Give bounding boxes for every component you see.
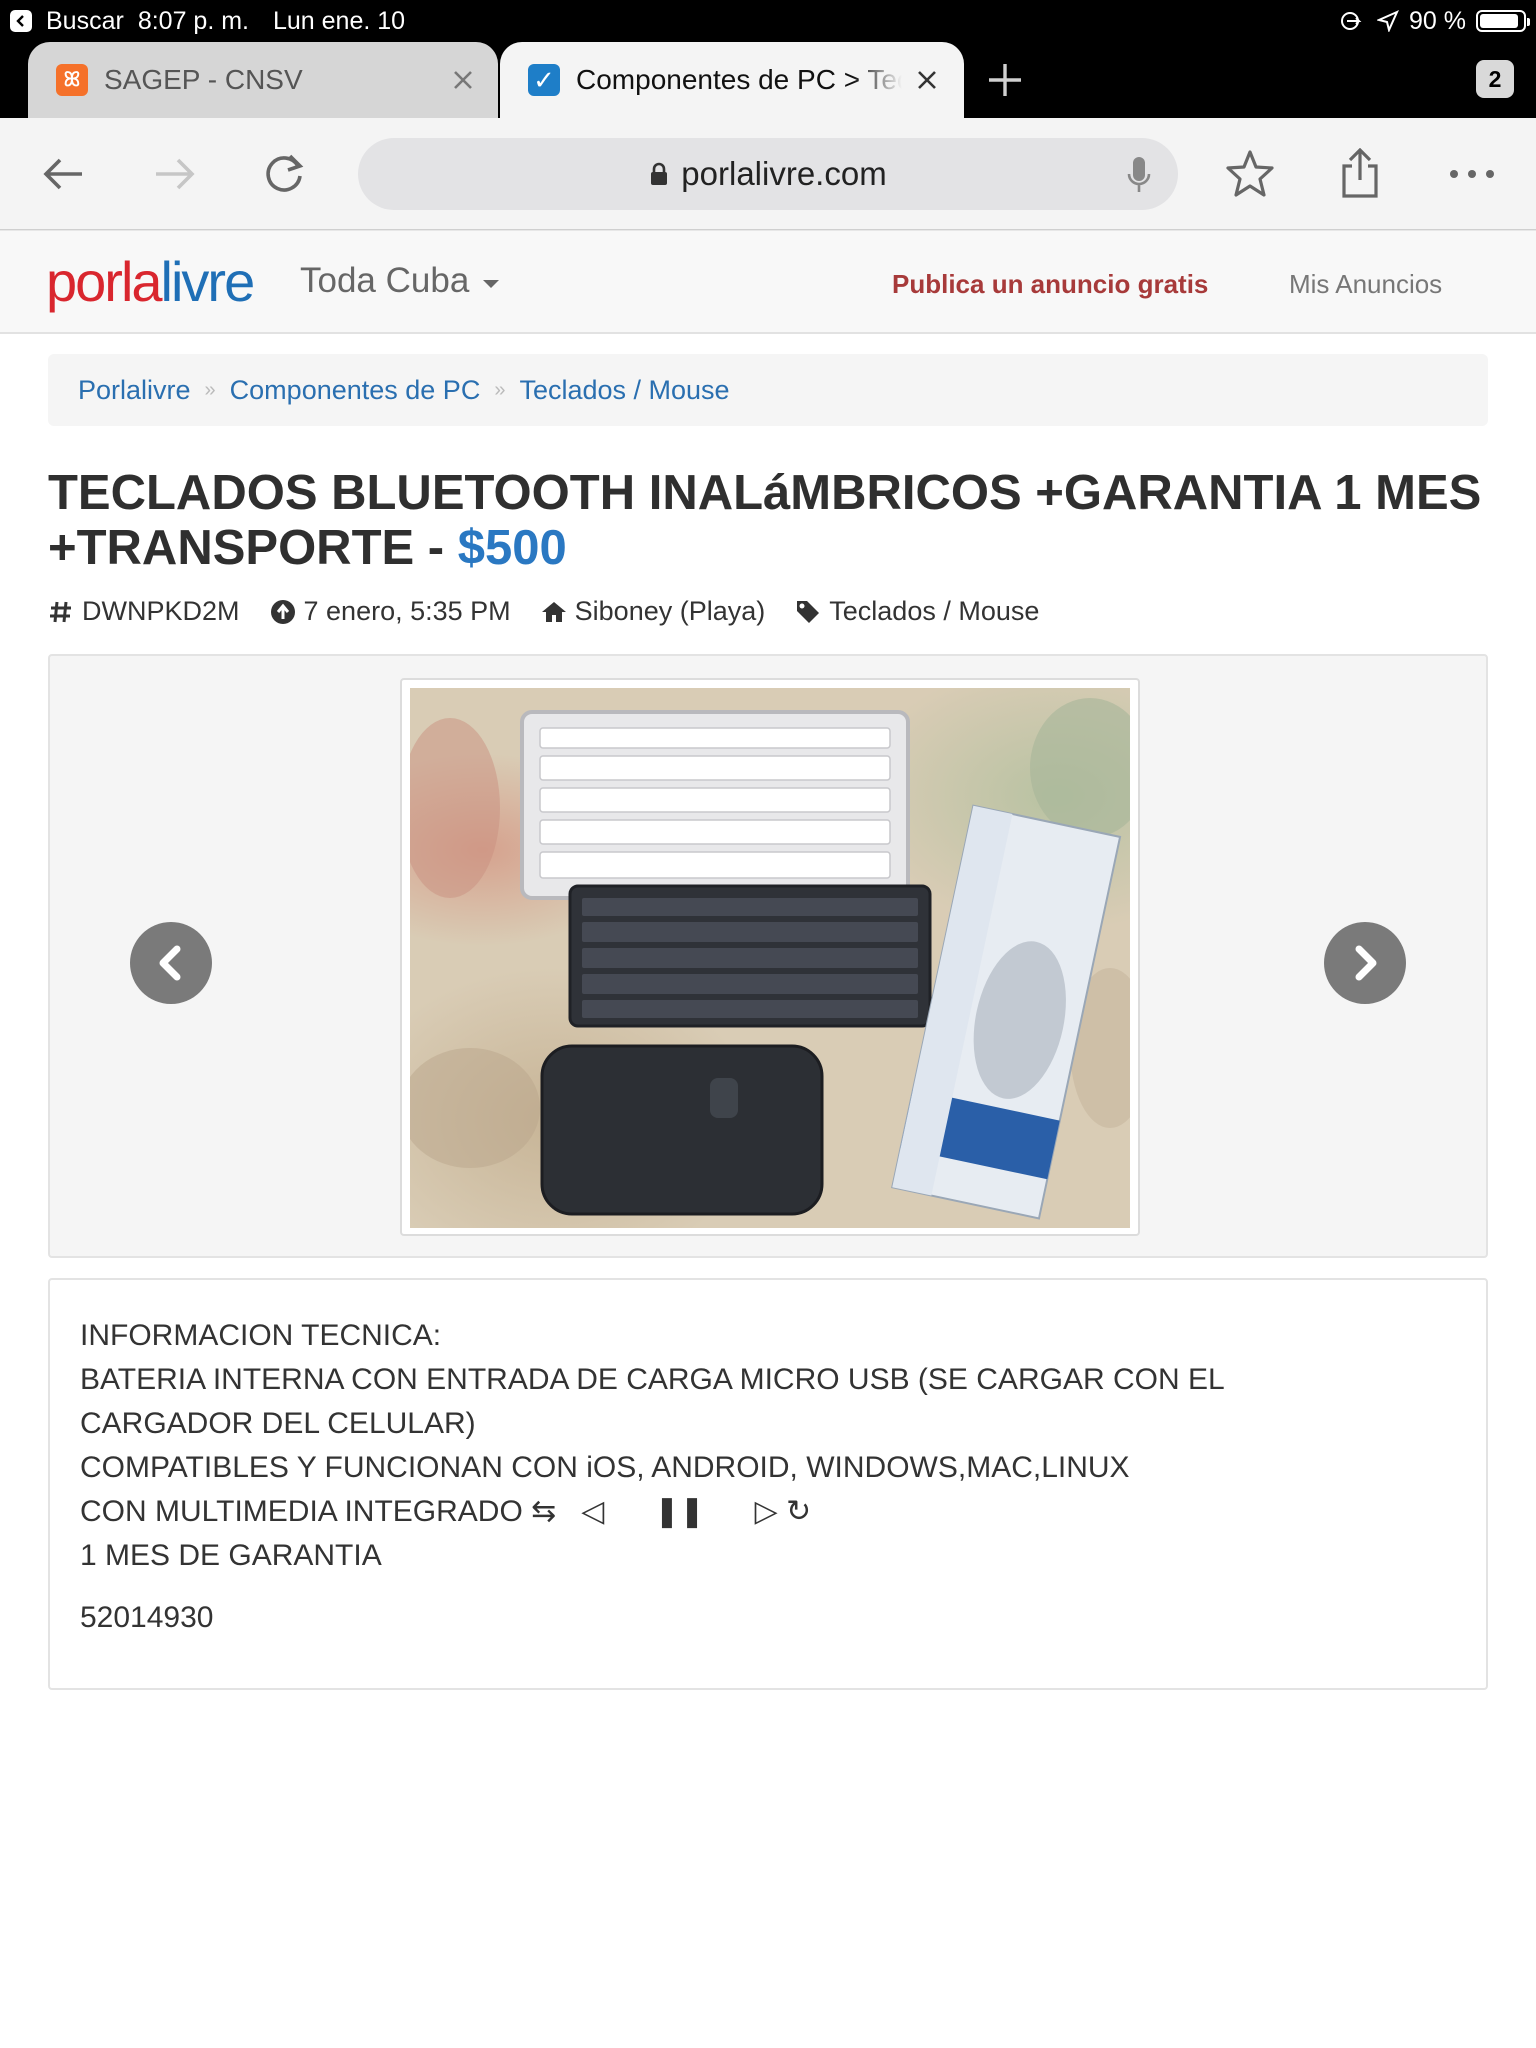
breadcrumb-separator: » [494, 378, 506, 401]
next-image-button[interactable] [1324, 922, 1406, 1004]
home-icon [541, 601, 566, 622]
caret-down-icon [483, 280, 500, 288]
upload-circle-icon [270, 599, 295, 624]
close-tab-icon[interactable] [448, 65, 478, 95]
region-label: Toda Cuba [300, 261, 470, 300]
new-tab-icon[interactable] [985, 60, 1025, 100]
battery-percent: 90 % [1409, 6, 1466, 35]
bookmark-star-icon[interactable] [1224, 148, 1276, 200]
description-line: INFORMACION TECNICA: [80, 1319, 442, 1352]
tab-sagep[interactable]: ꕤ SAGEP - CNSV [28, 42, 498, 118]
region-selector[interactable]: Toda Cuba [300, 261, 500, 301]
share-icon[interactable] [1334, 148, 1386, 200]
tab-title: SAGEP - CNSV [104, 64, 303, 95]
breadcrumb-item[interactable]: Porlalivre [78, 375, 191, 406]
breadcrumb-item[interactable]: Componentes de PC [230, 375, 481, 406]
status-bar: Buscar 8:07 p. m. Lun ene. 10 90 % [0, 0, 1536, 42]
ad-category[interactable]: Teclados / Mouse [829, 596, 1039, 627]
back-app-label[interactable]: Buscar [46, 7, 124, 36]
chevron-left-icon [159, 945, 181, 981]
chevron-right-icon [1355, 945, 1377, 981]
back-arrow-icon[interactable] [38, 148, 90, 200]
image-gallery [48, 654, 1488, 1258]
microphone-icon[interactable] [1126, 156, 1152, 194]
tag-icon [797, 600, 820, 623]
contact-phone[interactable]: 52014930 [80, 1596, 1456, 1640]
description-line: 1 MES DE GARANTIA [80, 1539, 382, 1572]
description-line: COMPATIBLES Y FUNCIONAN CON iOS, ANDROID… [80, 1451, 1130, 1484]
breadcrumb: Porlalivre » Componentes de PC » Teclado… [48, 354, 1488, 426]
hashtag-icon [50, 601, 71, 622]
sagep-favicon-icon: ꕤ [56, 64, 88, 96]
screen-lock-icon [1341, 12, 1362, 30]
tab-title: Componentes de PC > Teclados / Mouse [576, 64, 902, 95]
forward-arrow-icon[interactable] [148, 148, 200, 200]
site-header: porlalivre Toda Cuba Publica un anuncio … [0, 230, 1536, 334]
lock-icon [651, 162, 668, 185]
ad-title-text: TECLADOS BLUETOOTH INALáMBRICOS +GARANTI… [48, 466, 1482, 575]
my-ads-link[interactable]: Mis Anuncios [1289, 269, 1442, 300]
tab-count-button[interactable]: 2 [1476, 60, 1514, 98]
porlalivre-logo[interactable]: porlalivre [46, 249, 255, 314]
tab-bar: ꕤ SAGEP - CNSV ✓ Componentes de PC > Tec… [0, 42, 1536, 118]
previous-image-button[interactable] [130, 922, 212, 1004]
description-line: BATERIA INTERNA CON ENTRADA DE CARGA MIC… [80, 1363, 1225, 1396]
breadcrumb-separator: » [204, 378, 216, 401]
url-text: porlalivre.com [681, 155, 887, 192]
ad-description: INFORMACION TECNICA: BATERIA INTERNA CON… [48, 1278, 1488, 1690]
status-date: Lun ene. 10 [272, 6, 406, 35]
ad-location: Siboney (Playa) [574, 596, 766, 626]
more-options-icon[interactable] [1446, 148, 1498, 200]
product-photo [410, 688, 1130, 1228]
back-to-app-icon[interactable] [10, 10, 32, 32]
address-bar[interactable]: porlalivre.com [358, 138, 1178, 210]
ad-meta: DWNPKD2M 7 enero, 5:35 PM Siboney (Playa… [48, 596, 1069, 627]
product-photo-frame[interactable] [400, 678, 1140, 1236]
ad-title: TECLADOS BLUETOOTH INALáMBRICOS +GARANTI… [48, 466, 1488, 576]
breadcrumb-item[interactable]: Teclados / Mouse [519, 375, 729, 406]
ad-date: 7 enero, 5:35 PM [303, 596, 511, 626]
description-line: CARGADOR DEL CELULAR) [80, 1407, 476, 1440]
keyboards-photo-illustration [410, 698, 1130, 1220]
close-tab-icon[interactable] [912, 65, 942, 95]
battery-icon [1476, 10, 1530, 32]
description-line: CON MULTIMEDIA INTEGRADO ⇆ ◁ ❚❚ ▷ ↻ [80, 1495, 812, 1528]
ad-price: $500 [457, 521, 567, 575]
checkmark-favicon-icon: ✓ [528, 64, 560, 96]
tab-componentes[interactable]: ✓ Componentes de PC > Teclados / Mouse [500, 42, 964, 118]
browser-toolbar: porlalivre.com [0, 118, 1536, 230]
location-icon [1377, 10, 1399, 32]
ad-id: DWNPKD2M [82, 596, 240, 626]
publish-ad-link[interactable]: Publica un anuncio gratis [892, 269, 1208, 300]
status-time: 8:07 p. m. [137, 6, 249, 35]
reload-icon[interactable] [258, 148, 310, 200]
